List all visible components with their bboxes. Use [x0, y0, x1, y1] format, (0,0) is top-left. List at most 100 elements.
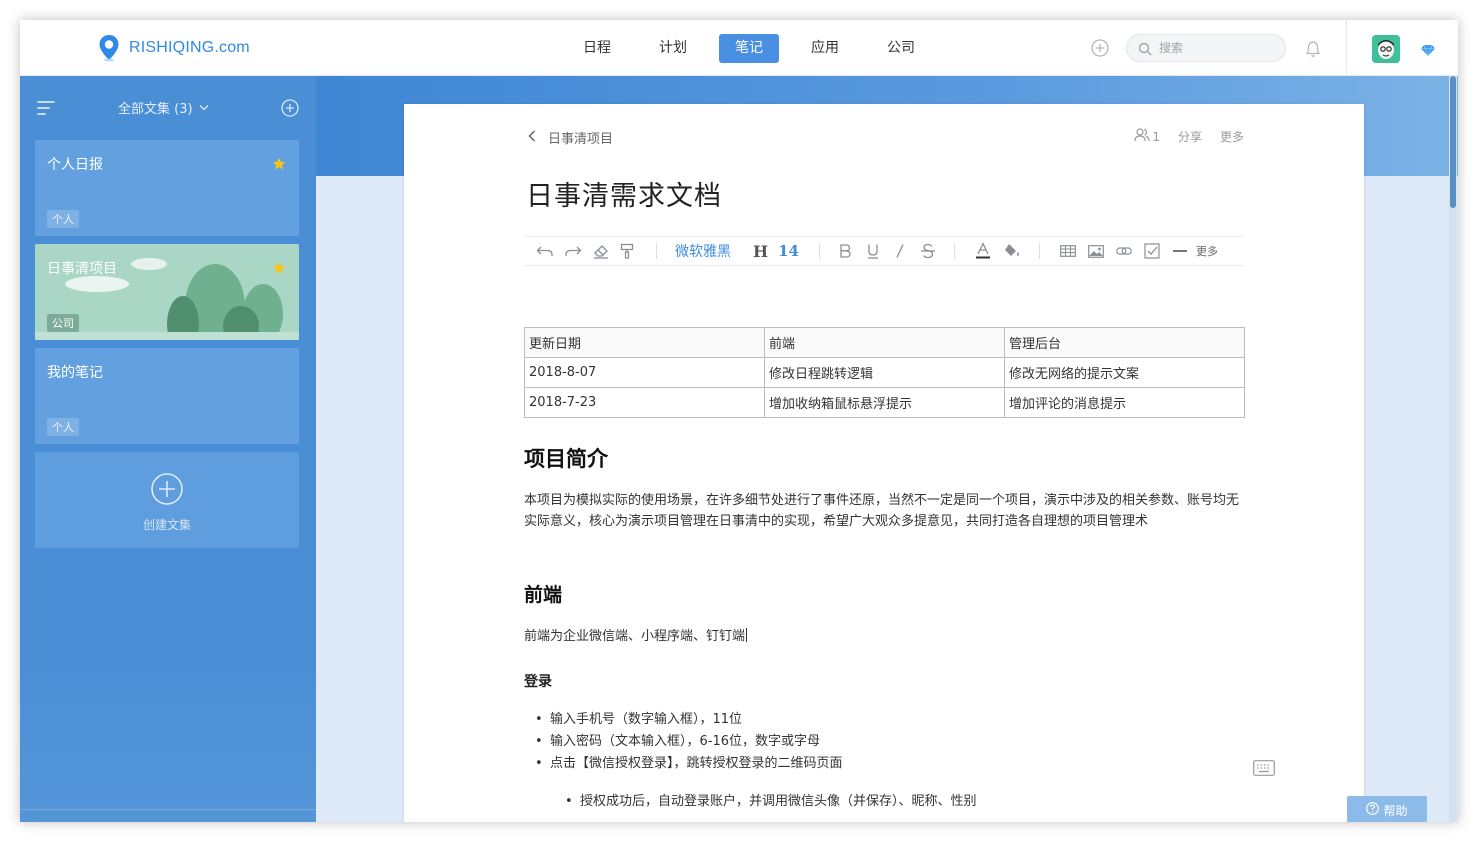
collaborator-icon	[1134, 128, 1150, 145]
document-page: 日事清项目 1 分享 更多 日事清需求文档 微软雅黑 H 14 更多 更新日期 …	[404, 104, 1364, 822]
notebook-title: 日事清项目	[47, 261, 117, 277]
table-cell[interactable]: 增加收纳箱鼠标悬浮提示	[764, 387, 1005, 418]
redo-icon[interactable]	[564, 241, 582, 261]
notebook-card-selected[interactable]: 日事清项目 公司	[35, 244, 299, 340]
font-family-select[interactable]: 微软雅黑	[675, 241, 731, 261]
table-cell[interactable]: 2018-7-23	[524, 387, 765, 418]
notebook-title: 我的笔记	[47, 365, 103, 381]
app-window: RISHIQING.com 日程 计划 笔记 应用 公司 搜索 全部文集 (3)…	[20, 20, 1458, 822]
chevron-down-icon	[199, 100, 209, 115]
logo[interactable]: RISHIQING.com	[98, 34, 250, 62]
help-button[interactable]: 帮助	[1347, 796, 1427, 822]
star-icon[interactable]	[272, 260, 286, 279]
text-cursor	[746, 628, 748, 642]
table-cell[interactable]: 修改日程跳转逻辑	[764, 357, 1005, 388]
collection-selector[interactable]: 全部文集 (3)	[118, 98, 209, 117]
notebook-tag: 个人	[47, 210, 79, 228]
notebook-title: 个人日报	[47, 157, 103, 173]
heading-select[interactable]: H	[753, 242, 768, 261]
search-icon	[1138, 41, 1152, 60]
heading-login[interactable]: 登录	[524, 671, 552, 691]
strikethrough-icon[interactable]	[920, 241, 936, 261]
plus-circle-icon	[150, 472, 184, 510]
bold-icon[interactable]	[838, 241, 852, 261]
menu-lines-icon[interactable]	[37, 100, 55, 120]
document-actions: 1 分享 更多	[1134, 128, 1244, 145]
list-item[interactable]: 授权成功后，自动登录账户，并调用微信头像（并保存）、昵称、性别	[565, 791, 976, 813]
table-cell[interactable]: 2018-8-07	[524, 357, 765, 388]
nav-notes[interactable]: 笔记	[719, 34, 779, 63]
underline-icon[interactable]	[866, 241, 880, 261]
image-icon[interactable]	[1088, 241, 1104, 261]
notebook-sidebar: 全部文集 (3) 个人日报 个人 日事清项目 公司 我的笔记 个人 创建文集	[20, 76, 316, 822]
plus-circle-icon[interactable]	[1091, 39, 1109, 57]
notebook-card[interactable]: 我的笔记 个人	[35, 348, 299, 444]
notebook-tag: 公司	[47, 314, 79, 332]
nav-apps[interactable]: 应用	[795, 34, 855, 63]
heading-intro[interactable]: 项目简介	[524, 443, 608, 473]
login-sublist: 授权成功后，自动登录账户，并调用微信头像（并保存）、昵称、性别	[565, 791, 976, 813]
eraser-icon[interactable]	[592, 241, 610, 261]
help-icon	[1366, 802, 1380, 818]
star-icon[interactable]	[272, 156, 286, 175]
editor-toolbar: 微软雅黑 H 14 更多	[524, 236, 1244, 266]
collaborator-count: 1	[1152, 129, 1160, 144]
table-header-cell[interactable]: 管理后台	[1004, 327, 1245, 358]
search-input[interactable]	[1159, 39, 1279, 57]
table-row: 2018-7-23 增加收纳箱鼠标悬浮提示 增加评论的消息提示	[524, 387, 1245, 418]
toolbar-separator	[819, 243, 820, 259]
keyboard-icon[interactable]	[1253, 760, 1275, 780]
divider-icon[interactable]	[1172, 241, 1188, 261]
undo-icon[interactable]	[536, 241, 554, 261]
scrollbar-thumb[interactable]	[1450, 76, 1456, 208]
italic-icon[interactable]	[894, 241, 906, 261]
table-cell[interactable]: 增加评论的消息提示	[1004, 387, 1245, 418]
font-size-select[interactable]: 14	[778, 242, 799, 260]
table-header-cell[interactable]: 前端	[764, 327, 1005, 358]
toolbar-separator	[1039, 243, 1040, 259]
paragraph-intro[interactable]: 本项目为模拟实际的使用场景，在许多细节处进行了事件还原，当然不一定是同一个项目，…	[524, 490, 1244, 532]
back-chevron-icon	[528, 129, 536, 146]
paragraph-frontend-text: 前端为企业微信端、小程序端、钉钉端	[524, 629, 746, 644]
table-row: 2018-8-07 修改日程跳转逻辑 修改无网络的提示文案	[524, 357, 1245, 388]
list-item[interactable]: 点击【微信授权登录】，跳转授权登录的二维码页面	[535, 753, 842, 775]
table-header-cell[interactable]: 更新日期	[524, 327, 765, 358]
font-color-icon[interactable]	[975, 241, 991, 261]
share-button[interactable]: 分享	[1178, 128, 1202, 145]
bell-icon[interactable]	[1305, 40, 1321, 62]
collection-title: 全部文集 (3)	[118, 102, 193, 117]
update-log-table: 更新日期 前端 管理后台 2018-8-07 修改日程跳转逻辑 修改无网络的提示…	[524, 327, 1245, 418]
table-icon[interactable]	[1060, 241, 1076, 261]
format-painter-icon[interactable]	[620, 241, 634, 261]
notebook-card[interactable]: 个人日报 个人	[35, 140, 299, 236]
checkbox-icon[interactable]	[1144, 241, 1160, 261]
heading-frontend[interactable]: 前端	[524, 580, 562, 607]
list-item[interactable]: 输入手机号（数字输入框），11位	[535, 709, 843, 731]
list-item[interactable]: 输入密码（文本输入框），6-16位，数字或字母	[535, 731, 843, 753]
top-bar: RISHIQING.com 日程 计划 笔记 应用 公司	[20, 20, 1458, 76]
table-cell[interactable]: 修改无网络的提示文案	[1004, 357, 1245, 388]
toolbar-more-button[interactable]: 更多	[1196, 243, 1218, 259]
logo-text: RISHIQING.com	[129, 39, 250, 56]
collaborators-button[interactable]: 1	[1134, 128, 1160, 145]
toolbar-separator	[656, 243, 657, 259]
create-notebook-label: 创建文集	[142, 518, 191, 532]
diamond-icon[interactable]	[1420, 42, 1436, 61]
avatar[interactable]	[1372, 35, 1400, 63]
breadcrumb[interactable]: 日事清项目	[528, 128, 613, 147]
help-label: 帮助	[1383, 803, 1408, 818]
fill-color-icon[interactable]	[1003, 241, 1021, 261]
paragraph-frontend[interactable]: 前端为企业微信端、小程序端、钉钉端	[524, 625, 748, 644]
add-notebook-icon[interactable]	[281, 99, 299, 121]
create-notebook-button[interactable]: 创建文集	[35, 452, 299, 548]
document-title[interactable]: 日事清需求文档	[526, 174, 722, 213]
nav-plan[interactable]: 计划	[643, 34, 703, 63]
table-header-row: 更新日期 前端 管理后台	[524, 327, 1245, 358]
nav-company[interactable]: 公司	[871, 34, 931, 63]
link-icon[interactable]	[1116, 241, 1132, 261]
more-button[interactable]: 更多	[1220, 128, 1244, 145]
notebook-tag: 个人	[47, 418, 79, 436]
nav-schedule[interactable]: 日程	[567, 34, 627, 63]
login-list: 输入手机号（数字输入框），11位 输入密码（文本输入框），6-16位，数字或字母…	[535, 709, 843, 775]
breadcrumb-label: 日事清项目	[548, 132, 614, 147]
